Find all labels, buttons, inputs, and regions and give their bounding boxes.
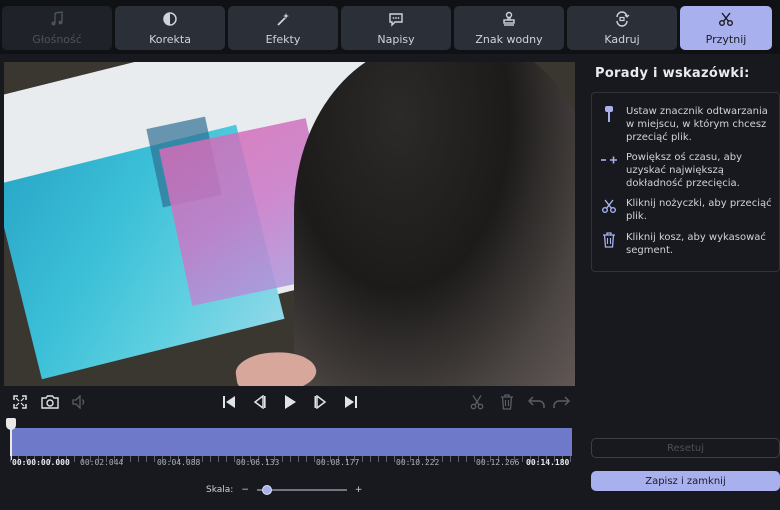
timeline-tick-label: 00:06.133 bbox=[236, 458, 280, 467]
zoom-in-icon[interactable]: + bbox=[355, 485, 363, 495]
tab-label: Efekty bbox=[265, 33, 301, 46]
scissors-icon bbox=[600, 197, 618, 215]
timeline[interactable]: 00:00:00.000 00:02.044 00:04.088 00:06.1… bbox=[4, 418, 575, 472]
tool-tabs: Głośność Korekta Efekty Napisy Znak wodn… bbox=[0, 0, 780, 54]
video-frame-person bbox=[294, 62, 575, 386]
tab-effects[interactable]: Efekty bbox=[228, 6, 338, 50]
timeline-tick-label: 00:04.088 bbox=[157, 458, 201, 467]
scissors-icon bbox=[717, 10, 735, 28]
tab-label: Znak wodny bbox=[475, 33, 543, 46]
tip-item: Powiększ oś czasu, aby uzyskać największ… bbox=[600, 151, 778, 190]
tip-text: Powiększ oś czasu, aby uzyskać największ… bbox=[626, 152, 743, 189]
cut-scissors-icon[interactable] bbox=[467, 392, 487, 412]
end-time-label: 00:14.180 bbox=[526, 458, 570, 467]
trash-icon bbox=[600, 231, 618, 249]
delete-trash-icon[interactable] bbox=[497, 392, 517, 412]
tips-box: Ustaw znacznik odtwarzania w miejscu, w … bbox=[591, 92, 780, 272]
skip-to-end-icon[interactable] bbox=[341, 392, 361, 412]
tip-text: Ustaw znacznik odtwarzania w miejscu, w … bbox=[626, 106, 768, 143]
current-time-label: 00:00:00.000 bbox=[12, 458, 70, 467]
zoom-timeline-icon bbox=[600, 151, 618, 169]
stamp-icon bbox=[500, 10, 518, 28]
reset-button[interactable]: Resetuj bbox=[591, 438, 780, 458]
tip-item: Ustaw znacznik odtwarzania w miejscu, w … bbox=[600, 105, 778, 144]
zoom-slider[interactable] bbox=[256, 485, 347, 495]
next-frame-icon[interactable] bbox=[311, 392, 331, 412]
tab-subtitles[interactable]: Napisy bbox=[341, 6, 451, 50]
tip-text: Kliknij nożyczki, aby przeciąć plik. bbox=[626, 198, 772, 222]
playhead-marker-icon bbox=[600, 105, 618, 123]
tab-correction[interactable]: Korekta bbox=[115, 6, 225, 50]
tips-panel: Porady i wskazówki: Ustaw znacznik odtwa… bbox=[583, 62, 780, 510]
play-icon[interactable] bbox=[280, 392, 300, 412]
magic-wand-icon bbox=[274, 10, 292, 28]
tab-crop[interactable]: Kadruj bbox=[567, 6, 677, 50]
speech-bubble-icon bbox=[387, 10, 405, 28]
zoom-slider-thumb[interactable] bbox=[261, 485, 272, 495]
tab-label: Napisy bbox=[377, 33, 415, 46]
undo-icon[interactable] bbox=[527, 392, 547, 412]
timeline-tick-label: 00:12.266 bbox=[476, 458, 520, 467]
playhead-handle[interactable] bbox=[6, 418, 16, 460]
redo-icon[interactable] bbox=[551, 392, 571, 412]
snapshot-camera-icon[interactable] bbox=[40, 392, 60, 412]
previous-frame-icon[interactable] bbox=[249, 392, 269, 412]
tip-item: Kliknij kosz, aby wykasować segment. bbox=[600, 231, 778, 257]
skip-to-start-icon[interactable] bbox=[219, 392, 239, 412]
timeline-tick-label: 00:08.177 bbox=[316, 458, 360, 467]
tab-trim[interactable]: Przytnij bbox=[680, 6, 772, 50]
contrast-icon bbox=[161, 10, 179, 28]
tab-label: Głośność bbox=[32, 33, 82, 46]
zoom-out-icon[interactable]: − bbox=[241, 485, 249, 495]
crop-rotate-icon bbox=[613, 10, 631, 28]
zoom-scale: Skala: − + bbox=[206, 483, 362, 497]
timeline-clip-track[interactable] bbox=[10, 428, 572, 456]
tab-volume[interactable]: Głośność bbox=[2, 6, 112, 50]
player-controls bbox=[4, 390, 575, 414]
tab-watermark[interactable]: Znak wodny bbox=[454, 6, 564, 50]
tab-label: Przytnij bbox=[705, 33, 747, 46]
volume-icon[interactable] bbox=[70, 392, 90, 412]
music-note-icon bbox=[48, 10, 66, 28]
tab-label: Korekta bbox=[149, 33, 191, 46]
timeline-tick-label: 00:02.044 bbox=[80, 458, 124, 467]
tip-item: Kliknij nożyczki, aby przeciąć plik. bbox=[600, 197, 778, 223]
scale-label: Skala: bbox=[206, 485, 234, 495]
tip-text: Kliknij kosz, aby wykasować segment. bbox=[626, 232, 766, 256]
trim-editor-window: Głośność Korekta Efekty Napisy Znak wodn… bbox=[0, 0, 780, 510]
panel-title: Porady i wskazówki: bbox=[595, 66, 750, 81]
tab-label: Kadruj bbox=[604, 33, 640, 46]
fullscreen-icon[interactable] bbox=[10, 392, 30, 412]
timeline-tick-label: 00:10.222 bbox=[396, 458, 440, 467]
video-preview[interactable] bbox=[4, 62, 575, 386]
save-and-close-button[interactable]: Zapisz i zamknij bbox=[591, 471, 780, 491]
